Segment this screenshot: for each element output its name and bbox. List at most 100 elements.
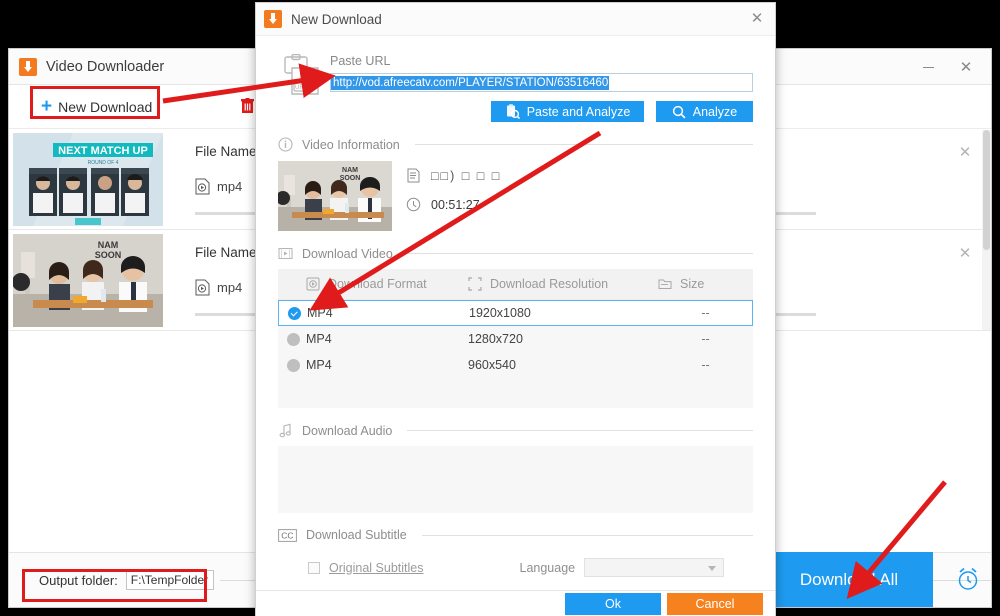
download-video-label: Download Video [302,246,393,261]
output-folder-input[interactable] [125,570,214,590]
download-all-button[interactable]: Download All [765,552,933,607]
divider [421,534,753,536]
url-input[interactable]: http://vod.afreecatv.com/PLAYER/STATION/… [330,73,753,92]
plus-icon: + [41,96,53,117]
dialog-body: URL Paste URL http://vod.afreecatv.com/P… [256,36,775,616]
close-icon[interactable]: ✕ [749,11,765,27]
dialog-footer: Ok Cancel [256,590,775,616]
document-icon [407,168,420,183]
new-download-button[interactable]: + New Download [33,93,160,120]
video-duration-text: 00:51:27 [431,197,480,212]
table-row[interactable]: MP4 1920x1080 -- [278,300,753,326]
original-subtitles-label[interactable]: Original Subtitles [329,561,424,575]
format-radio[interactable] [278,332,306,346]
download-subtitle-label: Download Subtitle [306,528,407,542]
video-metadata: □□) □ □ □ 00:51:27 [406,161,501,231]
paste-and-analyze-label: Paste and Analyze [526,104,631,119]
cc-icon: CC [278,528,297,542]
dialog-title: New Download [291,11,382,27]
paste-url-label: Paste URL [330,54,391,68]
dialog-titlebar: New Download ✕ [256,3,775,36]
column-download-resolution: Download Resolution [468,277,658,291]
column-label: Size [680,277,705,291]
size-value: -- [701,306,710,320]
column-label: Download Format [328,277,427,291]
clipboard-url-icon: URL [284,54,320,95]
cancel-label: Cancel [695,596,735,611]
language-label: Language [519,560,576,575]
output-folder-label: Output folder: [39,572,118,588]
column-label: Download Resolution [490,277,609,291]
file-format-label: mp4 [217,279,243,295]
original-subtitles-checkbox[interactable] [308,561,320,574]
video-duration-line: 00:51:27 [406,197,501,212]
ok-button[interactable]: Ok [565,592,661,615]
svg-text:NAM: NAM [98,240,119,250]
list-scrollbar[interactable] [982,130,991,330]
language-select[interactable] [584,558,725,577]
download-audio-header: Download Audio [278,423,753,438]
table-header: Download Format Download Resolution Size [278,269,753,300]
download-arrow-icon [19,57,37,76]
format-radio[interactable] [279,306,307,320]
video-title-line: □□) □ □ □ [406,168,501,183]
ok-label: Ok [605,596,621,611]
format-value: MP4 [306,358,332,372]
subtitle-options: Original Subtitles Language [278,558,753,577]
page-title: Video Downloader [46,58,165,75]
close-icon[interactable]: ✕ [957,246,973,262]
download-video-header: Download Video [278,246,753,261]
file-format-label: mp4 [217,178,243,194]
resolution-value: 1280x720 [468,332,523,346]
divider [414,144,753,145]
table-row[interactable]: MP4 1280x720 -- [278,326,753,352]
table-row[interactable]: MP4 960x540 -- [278,352,753,378]
analyze-label: Analyze [692,104,738,119]
music-note-icon [279,423,291,438]
video-information-body: NAM SOON □□) □ □ □ 00:51:27 [278,161,753,231]
alarm-clock-icon[interactable] [951,562,985,596]
window-controls: ✕ [909,49,985,85]
download-format-table: Download Format Download Resolution Size… [278,269,753,408]
video-information-header: Video Information [278,137,753,152]
film-icon [306,277,320,291]
svg-text:CC: CC [281,530,293,540]
close-icon[interactable]: ✕ [957,145,973,161]
video-thumbnail: NAM SOON [278,161,392,231]
svg-text:ROUND OF 4: ROUND OF 4 [88,160,119,166]
download-subtitle-header: CC Download Subtitle [278,528,753,542]
video-title-text: □□) □ □ □ [431,168,502,183]
analyze-button-row: Paste and Analyze Analyze [330,101,753,122]
video-information-label: Video Information [302,137,400,152]
download-arrow-icon [264,10,282,28]
analyze-button[interactable]: Analyze [656,101,753,122]
format-radio[interactable] [278,358,306,372]
size-value: -- [701,332,710,346]
download-all-label: Download All [799,569,899,589]
video-file-icon [195,279,210,295]
divider [407,253,753,254]
download-thumbnail: NEXT MATCH UP ROUND OF 4 [13,132,163,226]
minimize-button[interactable] [909,53,947,81]
download-audio-label: Download Audio [302,423,393,438]
screen: Video Downloader ✕ + New Download NEXT M… [0,0,1000,616]
new-download-dialog: New Download ✕ URL Paste URL http://vod.… [255,2,776,616]
clipboard-search-icon [506,104,520,119]
svg-text:URL: URL [295,85,308,91]
video-file-icon [195,178,210,194]
radio-icon [287,358,300,372]
resolution-value: 1920x1080 [469,306,531,320]
download-audio-panel [278,446,753,513]
paste-url-section: URL Paste URL http://vod.afreecatv.com/P… [278,36,753,122]
url-input-value: http://vod.afreecatv.com/PLAYER/STATION/… [331,75,610,90]
clock-icon [406,197,421,212]
cancel-button[interactable]: Cancel [667,592,763,615]
svg-text:NAM: NAM [342,167,358,174]
output-folder-group: Output folder: [9,570,214,590]
trash-icon[interactable] [241,98,254,114]
close-icon[interactable]: ✕ [947,53,985,81]
magnifier-icon [672,105,686,119]
paste-and-analyze-button[interactable]: Paste and Analyze [491,101,644,122]
column-download-format: Download Format [278,277,468,291]
table-filler [278,378,753,408]
